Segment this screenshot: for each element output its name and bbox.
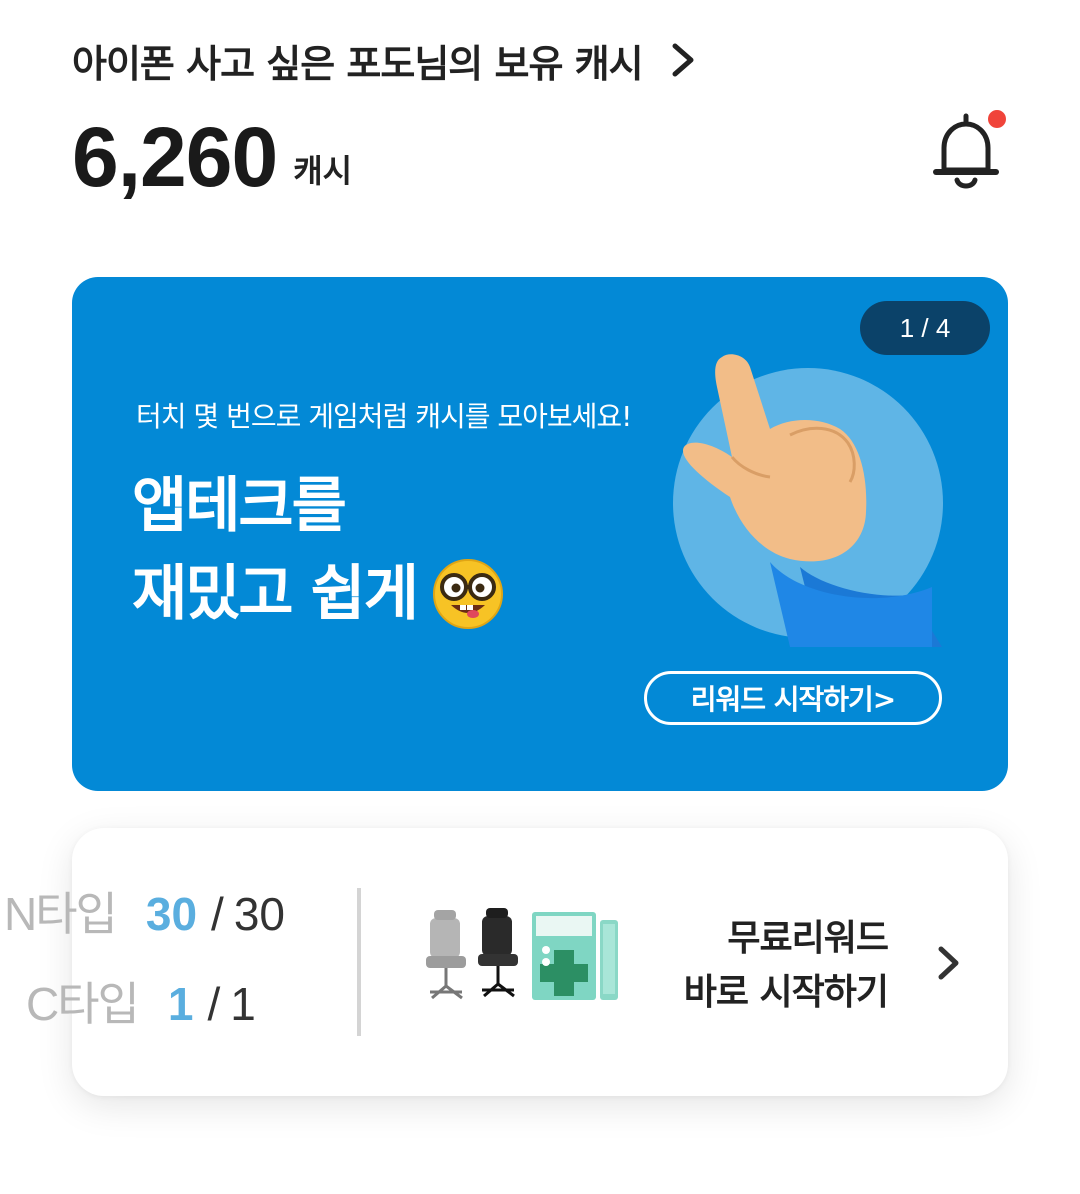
banner-title-line-2: 재밌고 쉽게: [132, 550, 505, 638]
banner-title-text-2: 재밌고 쉽게: [132, 559, 419, 629]
banner-subtitle: 터치 몇 번으로 게임처럼 캐시를 모아보세요!: [136, 400, 632, 433]
balance: 6,260 캐시: [72, 112, 352, 202]
stat-divider: [357, 888, 361, 1036]
notification-badge: [986, 108, 1008, 130]
c-type-total: 1: [230, 978, 256, 1030]
reward-products-image: [426, 908, 618, 1000]
banner-title: 앱테크를 재밌고 쉽게: [132, 462, 505, 638]
banner-title-text-1: 앱테크를: [132, 471, 347, 541]
dental-product-box-icon: [532, 912, 596, 1000]
promo-banner[interactable]: 1 / 4 터치 몇 번으로 게임처럼 캐시를 모아보세요! 앱테크를 재밌고 …: [72, 277, 1008, 791]
c-type-stat: C타입 1 / 1: [26, 968, 256, 1034]
start-reward-button[interactable]: 리워드 시작하기>: [644, 671, 942, 725]
balance-unit: 캐시: [293, 152, 353, 190]
cta-line-1: 무료리워드: [727, 918, 889, 959]
chevron-right-icon: [672, 43, 694, 77]
home-screen: 아이폰 사고 싶은 포도님의 보유 캐시 6,260 캐시 1 / 4 터치 몇…: [0, 0, 1080, 1194]
n-type-total: 30: [233, 888, 285, 940]
c-type-slash: /: [207, 978, 221, 1030]
cash-balance-link[interactable]: 아이폰 사고 싶은 포도님의 보유 캐시: [72, 32, 697, 88]
chevron-right-icon[interactable]: [936, 944, 962, 982]
n-type-slash: /: [211, 888, 224, 940]
n-type-label: N타입: [4, 888, 118, 940]
free-reward-cta[interactable]: 무료리워드 바로 시작하기: [640, 912, 889, 1020]
greeting-text: 아이폰 사고 싶은 포도님의 보유 캐시: [72, 41, 644, 86]
gray-office-chair-icon: [426, 910, 466, 1000]
black-office-chair-icon: [478, 908, 518, 998]
notification-button[interactable]: [930, 108, 1008, 192]
banner-title-line-1: 앱테크를: [132, 462, 505, 550]
dental-stick-icon: [600, 920, 618, 1000]
nerd-face-emoji-icon: [432, 559, 503, 629]
n-type-stat: N타입 30 / 30: [4, 878, 285, 944]
n-type-current: 30: [145, 888, 198, 940]
cta-line-2: 바로 시작하기: [683, 972, 889, 1013]
c-type-label: C타입: [26, 978, 140, 1030]
pointing-hand-icon: [673, 354, 943, 647]
balance-value: 6,260: [72, 110, 278, 204]
c-type-current: 1: [167, 978, 194, 1030]
